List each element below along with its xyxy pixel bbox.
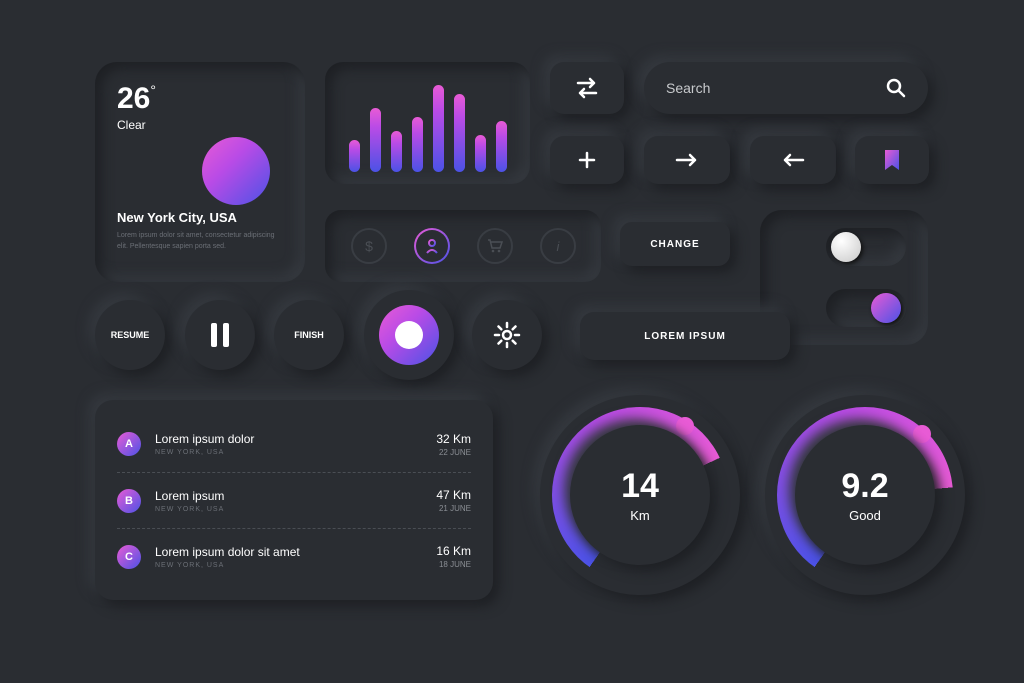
list-item[interactable]: A Lorem ipsum dolor NEW YORK, USA 32 Km 22 J… (117, 416, 471, 472)
user-icon[interactable] (414, 228, 450, 264)
list-subtitle: NEW YORK, USA (155, 562, 300, 569)
resume-label: RESUME (111, 330, 150, 340)
chart-bar (349, 140, 360, 172)
list-distance: 16 Km (436, 544, 471, 558)
finish-button[interactable]: FINISH (274, 300, 344, 370)
chart-bar (496, 121, 507, 172)
list-date: 21 JUNE (436, 504, 471, 513)
weather-condition: Clear (117, 118, 283, 132)
list-distance: 32 Km (436, 432, 471, 446)
gear-icon (492, 320, 522, 350)
chart-bar (475, 135, 486, 172)
list-title: Lorem ipsum (155, 489, 224, 503)
bookmark-icon (883, 149, 901, 171)
cart-icon[interactable] (477, 228, 513, 264)
list-badge: C (117, 545, 141, 569)
next-button[interactable] (644, 136, 730, 184)
bookmark-button[interactable] (855, 136, 929, 184)
chart-bar (433, 85, 444, 172)
resume-button[interactable]: RESUME (95, 300, 165, 370)
gauge-label: Good (849, 508, 881, 523)
list-subtitle: NEW YORK, USA (155, 449, 254, 456)
weather-orb (202, 137, 270, 205)
search-input[interactable]: Search (644, 62, 928, 114)
list-badge: B (117, 489, 141, 513)
list-date: 22 JUNE (436, 448, 471, 457)
list-subtitle: NEW YORK, USA (155, 506, 224, 513)
record-icon (379, 305, 439, 365)
search-placeholder: Search (666, 80, 710, 96)
gauge-distance: 14 Km (540, 395, 740, 595)
change-button[interactable]: CHANGE (620, 222, 730, 266)
search-icon (886, 78, 906, 98)
info-icon[interactable]: i (540, 228, 576, 264)
chart-bar (391, 131, 402, 172)
pause-button[interactable] (185, 300, 255, 370)
gauge-rating: 9.2 Good (765, 395, 965, 595)
toggle-on[interactable] (826, 289, 906, 327)
prev-button[interactable] (750, 136, 836, 184)
plus-icon (577, 150, 597, 170)
pause-icon (211, 323, 229, 347)
bar-chart (325, 62, 530, 184)
icon-strip: $ i (325, 210, 601, 282)
lorem-label: LOREM IPSUM (644, 331, 726, 342)
list-title: Lorem ipsum dolor sit amet (155, 545, 300, 559)
dollar-icon[interactable]: $ (351, 228, 387, 264)
list-item[interactable]: C Lorem ipsum dolor sit amet NEW YORK, USA… (117, 528, 471, 584)
svg-text:i: i (556, 239, 560, 254)
weather-location: New York City, USA (117, 210, 283, 225)
toggle-knob (831, 232, 861, 262)
list-badge: A (117, 432, 141, 456)
change-label: CHANGE (650, 239, 699, 250)
chart-bar (412, 117, 423, 172)
temperature: 26° (117, 82, 283, 116)
add-button[interactable] (550, 136, 624, 184)
list-distance: 47 Km (436, 488, 471, 502)
lorem-button[interactable]: LOREM IPSUM (580, 312, 790, 360)
toggle-off[interactable] (826, 228, 906, 266)
svg-text:$: $ (365, 238, 373, 254)
list-item[interactable]: B Lorem ipsum NEW YORK, USA 47 Km 21 JUNE (117, 472, 471, 528)
gauge-value: 9.2 (841, 467, 888, 506)
arrow-right-icon (674, 151, 700, 169)
trip-list: A Lorem ipsum dolor NEW YORK, USA 32 Km 22 J… (95, 400, 493, 600)
settings-button[interactable] (472, 300, 542, 370)
list-title: Lorem ipsum dolor (155, 432, 254, 446)
weather-description: Lorem ipsum dolor sit amet, consectetur … (117, 231, 283, 252)
weather-card: 26° Clear New York City, USA Lorem ipsum… (95, 62, 305, 282)
chart-bar (454, 94, 465, 172)
finish-label: FINISH (294, 330, 324, 340)
swap-icon (572, 76, 602, 100)
list-date: 18 JUNE (436, 560, 471, 569)
arrow-left-icon (780, 151, 806, 169)
record-button[interactable] (364, 290, 454, 380)
chart-bar (370, 108, 381, 172)
toggle-knob (871, 293, 901, 323)
gauge-label: Km (630, 508, 650, 523)
gauge-value: 14 (621, 467, 659, 506)
swap-button[interactable] (550, 62, 624, 114)
